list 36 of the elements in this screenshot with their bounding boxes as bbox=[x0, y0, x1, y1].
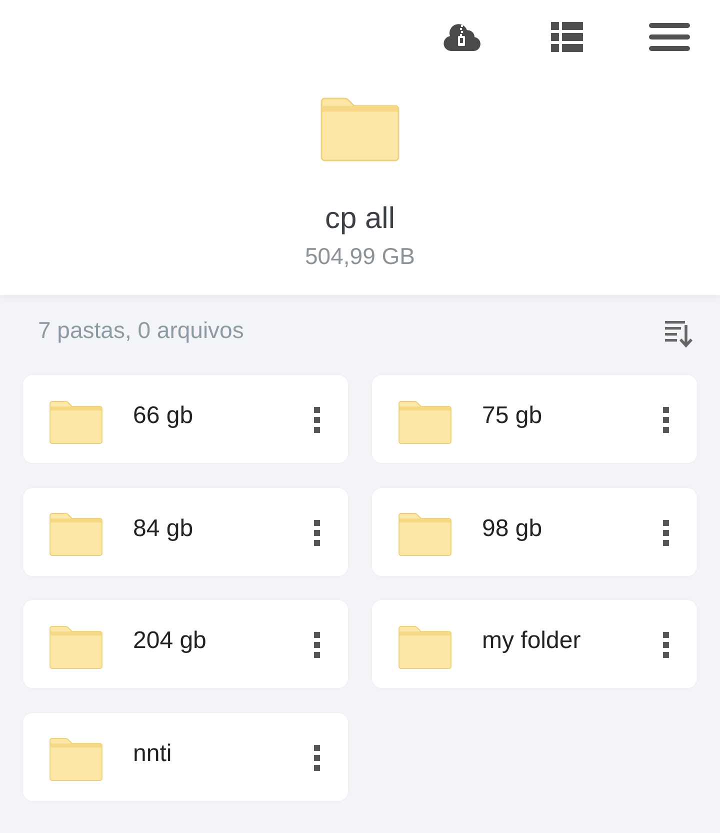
folder-icon bbox=[49, 624, 103, 670]
sort-icon[interactable] bbox=[665, 320, 694, 348]
folder-name: nnti bbox=[133, 740, 173, 768]
more-options-icon[interactable] bbox=[314, 520, 320, 546]
more-options-icon[interactable] bbox=[663, 632, 669, 658]
folder-icon bbox=[49, 511, 103, 558]
folder-icon bbox=[398, 624, 452, 670]
folder-card[interactable]: my folder bbox=[372, 600, 697, 688]
folder-name: 66 gb bbox=[133, 402, 194, 430]
folder-name: 75 gb bbox=[482, 402, 544, 430]
folder-card[interactable]: 98 gb bbox=[372, 488, 697, 576]
folder-icon bbox=[320, 97, 400, 162]
folder-card[interactable]: nnti bbox=[23, 712, 348, 800]
folder-name: 204 gb bbox=[133, 627, 208, 655]
cloud-zip-icon[interactable] bbox=[443, 22, 481, 52]
more-options-icon[interactable] bbox=[663, 407, 669, 433]
folder-size: 504,99 GB bbox=[305, 242, 415, 271]
folder-icon bbox=[398, 511, 452, 558]
folder-name: my folder bbox=[482, 627, 582, 655]
list-view-icon[interactable] bbox=[551, 22, 583, 52]
folder-icon bbox=[49, 736, 103, 783]
folder-card[interactable]: 75 gb bbox=[372, 375, 697, 463]
folder-name: 98 gb bbox=[482, 514, 544, 542]
more-options-icon[interactable] bbox=[314, 632, 320, 658]
folder-icon bbox=[398, 398, 452, 446]
more-options-icon[interactable] bbox=[663, 520, 669, 546]
folder-card[interactable]: 204 gb bbox=[23, 600, 348, 688]
menu-icon[interactable] bbox=[649, 23, 690, 51]
more-options-icon[interactable] bbox=[314, 744, 320, 770]
item-count: 7 pastas, 0 arquivos bbox=[38, 316, 244, 344]
folder-name: 84 gb bbox=[133, 514, 194, 542]
more-options-icon[interactable] bbox=[314, 407, 320, 433]
folder-icon bbox=[49, 398, 103, 446]
folder-card[interactable]: 66 gb bbox=[23, 375, 348, 463]
folder-title: cp all bbox=[324, 201, 396, 237]
folder-card[interactable]: 84 gb bbox=[23, 488, 348, 576]
